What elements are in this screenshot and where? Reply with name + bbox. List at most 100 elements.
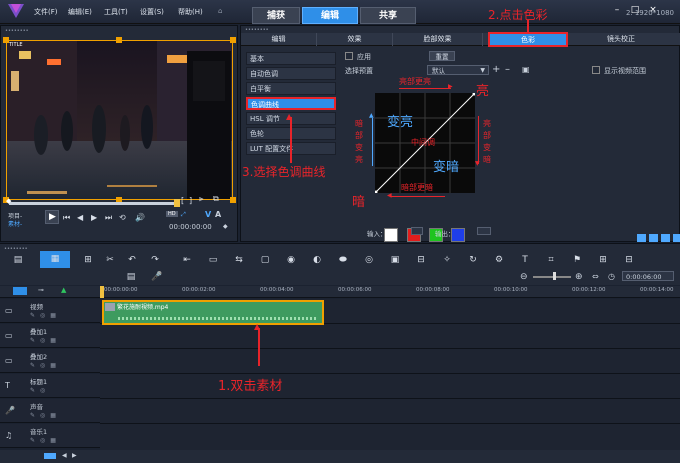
timeline-ruler[interactable]: 00:00:00:00 00:00:02:00 00:00:04:00 00:0…: [100, 286, 680, 298]
zoom-slider[interactable]: [533, 276, 571, 278]
volume-icon[interactable]: 🔊: [135, 213, 145, 222]
zoom-out-icon[interactable]: ⊖: [520, 272, 528, 282]
scroll-thumb[interactable]: [44, 453, 56, 459]
storyboard-view-icon[interactable]: ▤: [11, 253, 25, 267]
menu-basic[interactable]: 基本: [246, 52, 336, 65]
panel-icon-4[interactable]: [673, 234, 680, 242]
panel-icon-3[interactable]: [661, 234, 670, 242]
video-clip[interactable]: 繁花施耐視频.mp4: [102, 300, 324, 325]
timeline-scrollbar[interactable]: ◀ ▶: [0, 450, 680, 463]
clip-label[interactable]: 素材-: [8, 219, 22, 228]
zoom-fit-icon[interactable]: ⤢: [181, 211, 186, 219]
menu-settings[interactable]: 设置(S): [140, 7, 164, 17]
home-icon[interactable]: ⌂: [218, 7, 222, 15]
prev-frame-icon[interactable]: ◀: [77, 213, 83, 222]
crop-icon[interactable]: ⌗: [544, 253, 558, 267]
tools-icon[interactable]: ✂: [103, 253, 117, 267]
go-start-icon[interactable]: ⏮: [63, 213, 70, 223]
mark-out-icon[interactable]: ]: [189, 196, 192, 205]
menu-help[interactable]: 帮助(H): [178, 7, 203, 17]
stabilize-icon[interactable]: ⊞: [596, 253, 610, 267]
speed-icon[interactable]: ⚑: [570, 253, 584, 267]
fit-project-icon[interactable]: ⇤: [180, 253, 194, 267]
track-controls[interactable]: ✎◎▦: [30, 362, 61, 369]
menu-edit[interactable]: 编辑(E): [68, 7, 92, 17]
audio-v-icon[interactable]: V: [205, 210, 211, 219]
trim-marker[interactable]: [174, 199, 180, 207]
repeat-icon[interactable]: ⟲: [119, 213, 126, 222]
panel-icon-1[interactable]: [637, 234, 646, 242]
loop-icon[interactable]: ↻: [466, 253, 480, 267]
preview-canvas[interactable]: [6, 40, 233, 200]
track-controls[interactable]: ✎◎▦: [30, 312, 61, 319]
output-field[interactable]: [477, 227, 491, 235]
scrub-thumb[interactable]: ◆: [6, 197, 11, 205]
chapter-icon[interactable]: ⊸: [38, 286, 44, 294]
scroll-right-icon[interactable]: ▶: [72, 452, 77, 459]
graphics-icon[interactable]: ✧: [440, 253, 454, 267]
split-clip-icon[interactable]: ⫸: [199, 194, 204, 204]
audio-mix-icon[interactable]: ◐: [310, 253, 324, 267]
panel-icon-2[interactable]: [649, 234, 658, 242]
export-icon[interactable]: ⊟: [622, 253, 636, 267]
preset-dropdown[interactable]: 默认 ▼: [427, 65, 489, 75]
filter-icon[interactable]: ⚙: [492, 253, 506, 267]
subtab-color[interactable]: 色彩: [488, 32, 568, 47]
remove-preset-icon[interactable]: –: [505, 64, 510, 75]
motion-icon[interactable]: ⇆: [232, 253, 246, 267]
scroll-left-icon[interactable]: ◀: [62, 452, 67, 459]
undo-icon[interactable]: ↶: [125, 253, 139, 267]
mark-in-icon[interactable]: [: [181, 196, 184, 205]
resize-handle[interactable]: [116, 37, 122, 43]
snapshot-tool-icon[interactable]: ▤: [124, 270, 138, 284]
multitrack-icon[interactable]: ⊞: [81, 253, 95, 267]
track-controls[interactable]: ✎◎▦: [30, 337, 61, 344]
apply-checkbox[interactable]: [345, 52, 353, 60]
zoom-time-display[interactable]: 0:00:06:00: [622, 271, 674, 281]
fit-icon[interactable]: ⇔: [592, 272, 599, 281]
color-grade-icon[interactable]: ◎: [362, 253, 376, 267]
input-field[interactable]: [411, 227, 423, 235]
tab-share[interactable]: 共享: [360, 7, 416, 24]
next-frame-icon[interactable]: ▶: [91, 213, 97, 222]
menu-file[interactable]: 文件(F): [34, 7, 58, 17]
resize-handle[interactable]: [230, 197, 236, 203]
resize-handle[interactable]: [3, 37, 9, 43]
timer-icon[interactable]: ◷: [608, 272, 615, 281]
show-range-checkbox[interactable]: [592, 66, 600, 74]
track-controls[interactable]: ✎◎▦: [30, 412, 61, 419]
text-icon[interactable]: T: [518, 253, 532, 267]
reset-button[interactable]: 重置: [429, 51, 455, 61]
go-end-icon[interactable]: ⏭: [105, 213, 112, 223]
play-button[interactable]: ▶: [45, 210, 59, 224]
timeline-view-icon[interactable]: ▦: [40, 251, 70, 268]
subtab-effects[interactable]: 效果: [317, 33, 393, 46]
record-icon[interactable]: ◉: [284, 253, 298, 267]
subtab-edit[interactable]: 编辑: [241, 33, 317, 46]
subtab-lens-correction[interactable]: 镜头校正: [571, 33, 671, 46]
tab-edit[interactable]: 编辑: [302, 7, 358, 24]
marker-icon[interactable]: ▲: [61, 286, 66, 294]
mask-icon[interactable]: ▢: [258, 253, 272, 267]
title-icon[interactable]: ▣: [388, 253, 402, 267]
split-screen-icon[interactable]: ⊟: [414, 253, 428, 267]
resize-handle[interactable]: [230, 37, 236, 43]
audio-a-icon[interactable]: A: [215, 210, 221, 219]
track-manager-icon[interactable]: [13, 287, 27, 295]
menu-tone-curve[interactable]: 色调曲线: [246, 97, 336, 110]
add-preset-icon[interactable]: +: [492, 64, 500, 75]
menu-white-balance[interactable]: 白平衡: [246, 82, 336, 95]
mic-icon[interactable]: 🎤: [150, 270, 164, 284]
track-controls[interactable]: ✎◎▦: [30, 437, 61, 444]
menu-tools[interactable]: 工具(T): [104, 7, 128, 17]
save-preset-icon[interactable]: ▣: [522, 65, 530, 74]
timecode-stepper-icon[interactable]: ◆: [223, 223, 228, 230]
subtitle-icon[interactable]: ▭: [206, 253, 220, 267]
zoom-slider-thumb[interactable]: [553, 272, 556, 280]
playhead-icon[interactable]: [100, 286, 104, 298]
redo-icon[interactable]: ↷: [148, 253, 162, 267]
tab-capture[interactable]: 捕获: [252, 7, 300, 24]
hd-badge[interactable]: HD: [166, 211, 178, 217]
zoom-in-icon[interactable]: ⊕: [575, 272, 583, 282]
transition-icon[interactable]: ⬬: [336, 253, 350, 267]
